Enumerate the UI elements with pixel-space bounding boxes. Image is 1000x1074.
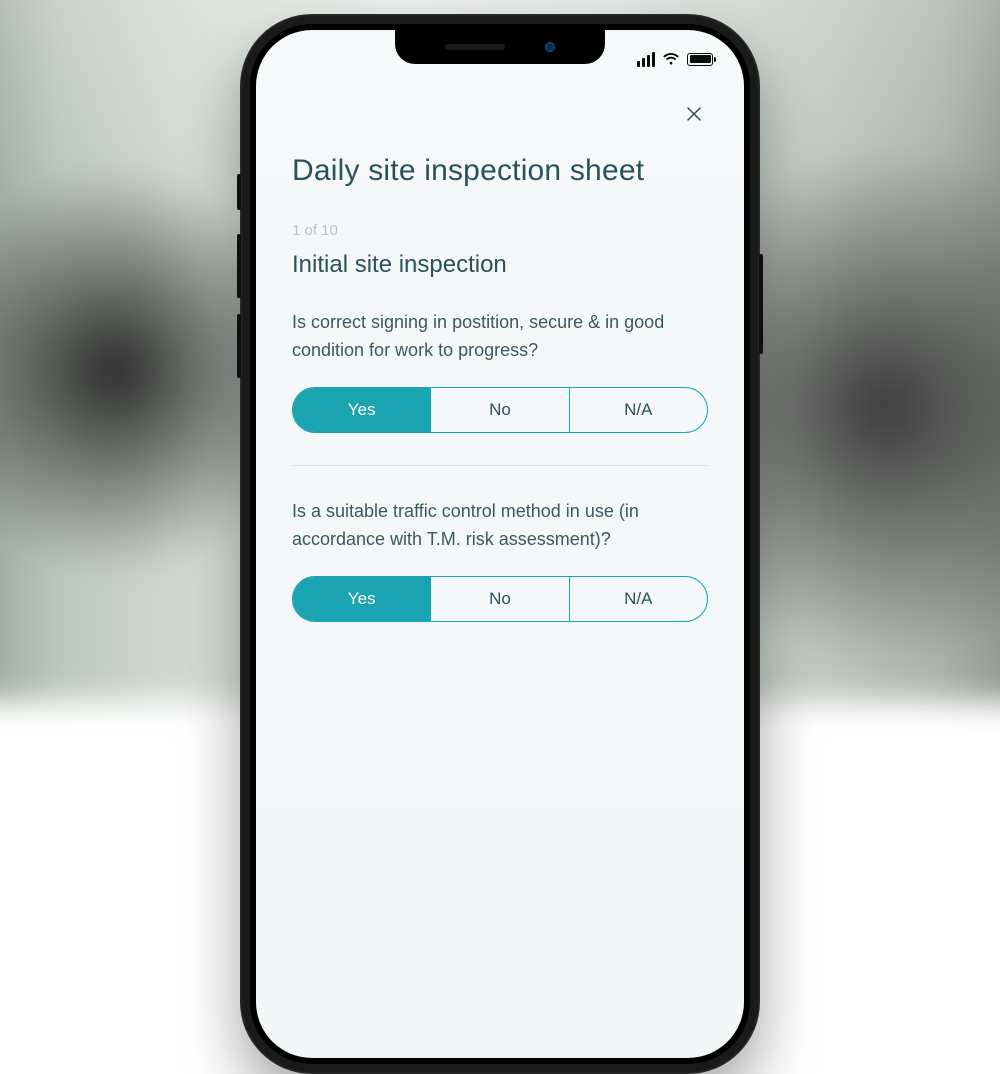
page-title: Daily site inspection sheet: [292, 154, 708, 188]
option-no[interactable]: No: [430, 388, 568, 432]
question-text: Is a suitable traffic control method in …: [292, 498, 708, 554]
divider: [292, 465, 708, 466]
option-na[interactable]: N/A: [569, 388, 707, 432]
phone-volume-up: [237, 234, 241, 298]
app-content: Daily site inspection sheet 1 of 10 Init…: [256, 30, 744, 1058]
phone-volume-down: [237, 314, 241, 378]
step-counter: 1 of 10: [292, 222, 708, 239]
phone-notch: [395, 30, 605, 64]
wifi-icon: [662, 52, 680, 66]
phone-camera: [545, 42, 555, 52]
option-na[interactable]: N/A: [569, 577, 707, 621]
close-button[interactable]: [680, 100, 708, 128]
question-text: Is correct signing in postition, secure …: [292, 309, 708, 365]
phone-frame: Daily site inspection sheet 1 of 10 Init…: [240, 14, 760, 1074]
close-icon: [683, 103, 705, 125]
segmented-control: Yes No N/A: [292, 576, 708, 622]
section-title: Initial site inspection: [292, 251, 708, 279]
phone-power-button: [759, 254, 763, 354]
phone-speaker: [445, 44, 505, 50]
battery-icon: [687, 53, 716, 66]
option-no[interactable]: No: [430, 577, 568, 621]
option-yes[interactable]: Yes: [293, 388, 430, 432]
phone-mute-switch: [237, 174, 241, 210]
cellular-signal-icon: [637, 52, 655, 67]
segmented-control: Yes No N/A: [292, 387, 708, 433]
option-yes[interactable]: Yes: [293, 577, 430, 621]
phone-screen: Daily site inspection sheet 1 of 10 Init…: [256, 30, 744, 1058]
